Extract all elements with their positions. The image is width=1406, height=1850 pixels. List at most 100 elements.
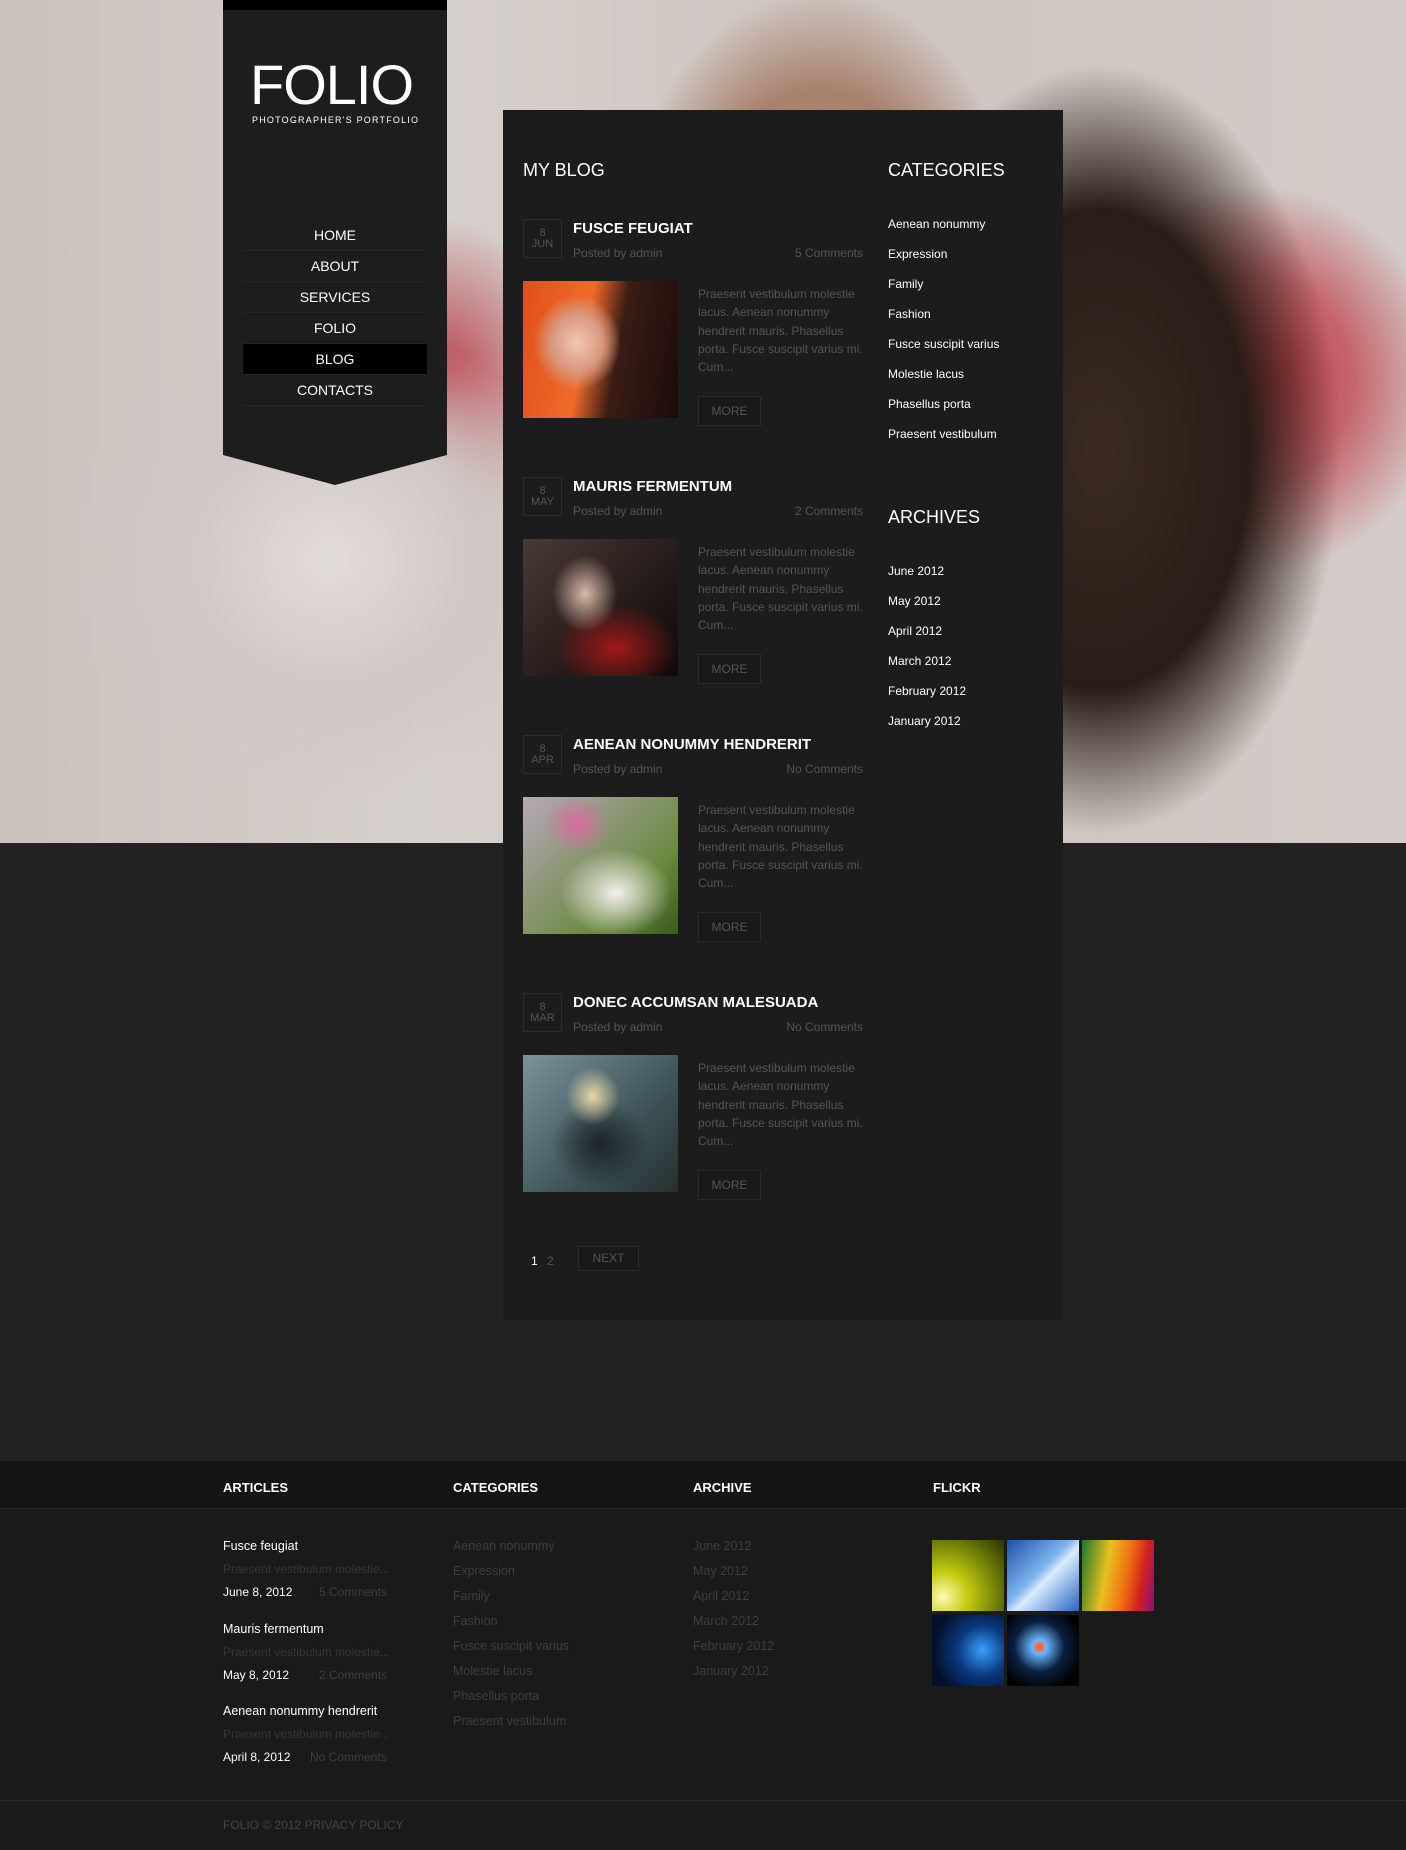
footer-category-link[interactable]: Praesent vestibulum	[453, 1714, 569, 1739]
sidebar-top-bar	[223, 0, 447, 10]
footer-archive-link[interactable]: April 2012	[693, 1589, 774, 1614]
footer-article-title[interactable]: Aenean nonummy hendrerit	[223, 1704, 423, 1727]
nav-about[interactable]: ABOUT	[243, 251, 427, 282]
post-image[interactable]	[523, 539, 678, 676]
nav-services[interactable]: SERVICES	[243, 282, 427, 313]
post-excerpt: Praesent vestibulum molestie lacus. Aene…	[698, 287, 863, 375]
category-link[interactable]: Family	[888, 277, 1048, 307]
post-author[interactable]: Posted by admin	[573, 504, 662, 518]
footer-categories-title: CATEGORIES	[453, 1480, 538, 1495]
post-title[interactable]: AENEAN NONUMMY HENDRERIT	[573, 736, 811, 753]
footer-category-link[interactable]: Aenean nonummy	[453, 1539, 569, 1564]
footer-archive-link[interactable]: February 2012	[693, 1639, 774, 1664]
archive-link[interactable]: February 2012	[888, 684, 1048, 714]
more-button[interactable]: MORE	[698, 396, 761, 426]
flickr-thumb[interactable]	[932, 1540, 1004, 1611]
footer-category-link[interactable]: Fashion	[453, 1614, 569, 1639]
archive-link[interactable]: April 2012	[888, 624, 1048, 654]
categories-list: Aenean nonummy Expression Family Fashion…	[888, 217, 1048, 457]
post-month: JUN	[531, 238, 554, 250]
footer-category-link[interactable]: Molestie lacus	[453, 1664, 569, 1689]
post-comments[interactable]: 5 Comments	[795, 246, 863, 260]
category-link[interactable]: Fashion	[888, 307, 1048, 337]
post-excerpt: Praesent vestibulum molestie lacus. Aene…	[698, 545, 863, 633]
footer-article-excerpt: Praesent vestibulum molestie...	[223, 1644, 390, 1659]
post-date-badge: 8 MAY	[523, 477, 562, 516]
post-image[interactable]	[523, 797, 678, 934]
categories-title: CATEGORIES	[888, 160, 1005, 180]
sidebar: FOLIO PHOTOGRAPHER'S PORTFOLIO HOME ABOU…	[223, 0, 447, 485]
post-date-badge: 8 MAR	[523, 993, 562, 1032]
footer-category-link[interactable]: Family	[453, 1589, 569, 1614]
footer-articles-title: ARTICLES	[223, 1480, 288, 1495]
flickr-thumb[interactable]	[932, 1615, 1004, 1686]
archive-link[interactable]: March 2012	[888, 654, 1048, 684]
footer-archive-link[interactable]: January 2012	[693, 1664, 774, 1689]
post-author[interactable]: Posted by admin	[573, 1020, 662, 1034]
blog-post: 8 APR AENEAN NONUMMY HENDRERIT Posted by …	[523, 735, 863, 942]
flickr-thumb[interactable]	[1007, 1615, 1079, 1686]
post-image[interactable]	[523, 1055, 678, 1192]
footer-archive-link[interactable]: June 2012	[693, 1539, 774, 1564]
category-link[interactable]: Expression	[888, 247, 1048, 277]
footer-article-title[interactable]: Mauris fermentum	[223, 1622, 423, 1645]
post-title[interactable]: DONEC ACCUMSAN MALESUADA	[573, 994, 818, 1011]
page-1[interactable]: 1	[531, 1254, 538, 1268]
category-link[interactable]: Fusce suscipit varius	[888, 337, 1048, 367]
footer-article-date: June 8, 2012	[223, 1585, 293, 1599]
footer-category-link[interactable]: Phasellus porta	[453, 1689, 569, 1714]
blog-post: 8 MAR DONEC ACCUMSAN MALESUADA Posted by …	[523, 993, 863, 1200]
nav-blog[interactable]: BLOG	[243, 344, 427, 375]
category-link[interactable]: Phasellus porta	[888, 397, 1048, 427]
main-nav: HOME ABOUT SERVICES FOLIO BLOG CONTACTS	[243, 220, 427, 406]
footer-article-comments[interactable]: 5 Comments	[319, 1585, 387, 1599]
post-excerpt: Praesent vestibulum molestie lacus. Aene…	[698, 1061, 863, 1149]
footer: ARTICLES CATEGORIES ARCHIVE FLICKR Fusce…	[0, 1461, 1406, 1850]
footer-archive-title: ARCHIVE	[693, 1480, 752, 1495]
category-link[interactable]: Praesent vestibulum	[888, 427, 1048, 457]
footer-article-comments[interactable]: 2 Comments	[319, 1668, 387, 1682]
post-title[interactable]: FUSCE FEUGIAT	[573, 220, 693, 237]
blog-post: 8 JUN FUSCE FEUGIAT Posted by admin 5 Com…	[523, 219, 863, 426]
logo[interactable]: FOLIO	[250, 52, 414, 117]
footer-category-link[interactable]: Expression	[453, 1564, 569, 1589]
post-month: MAY	[530, 496, 555, 508]
post-author[interactable]: Posted by admin	[573, 246, 662, 260]
footer-article: Mauris fermentum Praesent vestibulum mol…	[223, 1622, 423, 1705]
category-link[interactable]: Aenean nonummy	[888, 217, 1048, 247]
archive-link[interactable]: June 2012	[888, 564, 1048, 594]
category-link[interactable]: Molestie lacus	[888, 367, 1048, 397]
nav-folio[interactable]: FOLIO	[243, 313, 427, 344]
post-comments[interactable]: No Comments	[786, 762, 863, 776]
flickr-thumb[interactable]	[1082, 1540, 1154, 1611]
post-excerpt: Praesent vestibulum molestie lacus. Aene…	[698, 803, 863, 891]
main-panel: MY BLOG CATEGORIES 8 JUN FUSCE FEUGIAT Po…	[503, 110, 1063, 1320]
archive-link[interactable]: May 2012	[888, 594, 1048, 624]
post-comments[interactable]: 2 Comments	[795, 504, 863, 518]
next-button[interactable]: NEXT	[578, 1246, 639, 1271]
post-comments[interactable]: No Comments	[786, 1020, 863, 1034]
post-date-badge: 8 JUN	[523, 219, 562, 258]
footer-article-title[interactable]: Fusce feugiat	[223, 1539, 423, 1562]
footer-archive: June 2012 May 2012 April 2012 March 2012…	[693, 1539, 774, 1689]
page-2[interactable]: 2	[547, 1254, 554, 1268]
post-month: MAR	[530, 1012, 555, 1024]
footer-category-link[interactable]: Fusce suscipit varius	[453, 1639, 569, 1664]
nav-contacts[interactable]: CONTACTS	[243, 375, 427, 406]
post-author[interactable]: Posted by admin	[573, 762, 662, 776]
archive-link[interactable]: January 2012	[888, 714, 1048, 744]
more-button[interactable]: MORE	[698, 912, 761, 942]
footer-archive-link[interactable]: May 2012	[693, 1564, 774, 1589]
footer-archive-link[interactable]: March 2012	[693, 1614, 774, 1639]
footer-bottom-bar: FOLIO © 2012 PRIVACY POLICY	[0, 1800, 1406, 1850]
flickr-thumb[interactable]	[1007, 1540, 1079, 1611]
more-button[interactable]: MORE	[698, 1170, 761, 1200]
footer-header-band: ARTICLES CATEGORIES ARCHIVE FLICKR	[0, 1461, 1406, 1509]
post-title[interactable]: MAURIS FERMENTUM	[573, 478, 732, 495]
nav-home[interactable]: HOME	[243, 220, 427, 251]
post-image[interactable]	[523, 281, 678, 418]
more-button[interactable]: MORE	[698, 654, 761, 684]
copyright[interactable]: FOLIO © 2012 PRIVACY POLICY	[223, 1818, 403, 1832]
post-month: APR	[531, 754, 554, 766]
footer-article-comments[interactable]: No Comments	[310, 1750, 387, 1764]
